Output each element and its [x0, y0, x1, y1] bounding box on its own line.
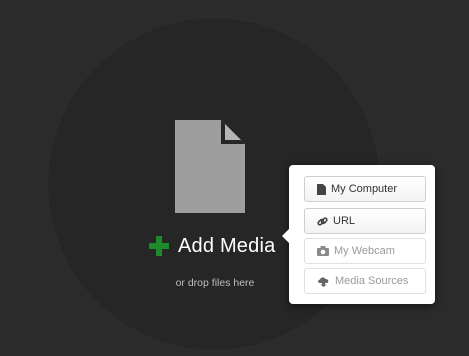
plus-icon: [149, 236, 169, 256]
media-upload-panel: Add Media or drop files here My Computer…: [0, 0, 469, 356]
cloud-download-icon: [318, 276, 329, 287]
link-icon: [317, 216, 328, 226]
add-media-label: Add Media: [178, 234, 276, 257]
drop-files-hint: or drop files here: [175, 277, 255, 289]
my-computer-label: My Computer: [331, 183, 398, 195]
add-media-button[interactable]: Add Media: [148, 233, 275, 259]
my-webcam-label: My Webcam: [334, 245, 395, 257]
my-webcam-button[interactable]: My Webcam: [304, 238, 426, 264]
camera-icon: [317, 246, 329, 256]
popover-arrow: [282, 229, 289, 243]
file-icon: [317, 183, 326, 195]
url-label: URL: [333, 215, 356, 227]
document-icon: [175, 120, 245, 213]
url-button[interactable]: URL: [304, 208, 426, 234]
my-computer-button[interactable]: My Computer: [304, 176, 426, 202]
media-sources-button[interactable]: Media Sources: [304, 268, 426, 294]
media-sources-label: Media Sources: [335, 275, 409, 287]
media-source-menu: My Computer URL My Webcam Media Sources: [282, 165, 435, 304]
